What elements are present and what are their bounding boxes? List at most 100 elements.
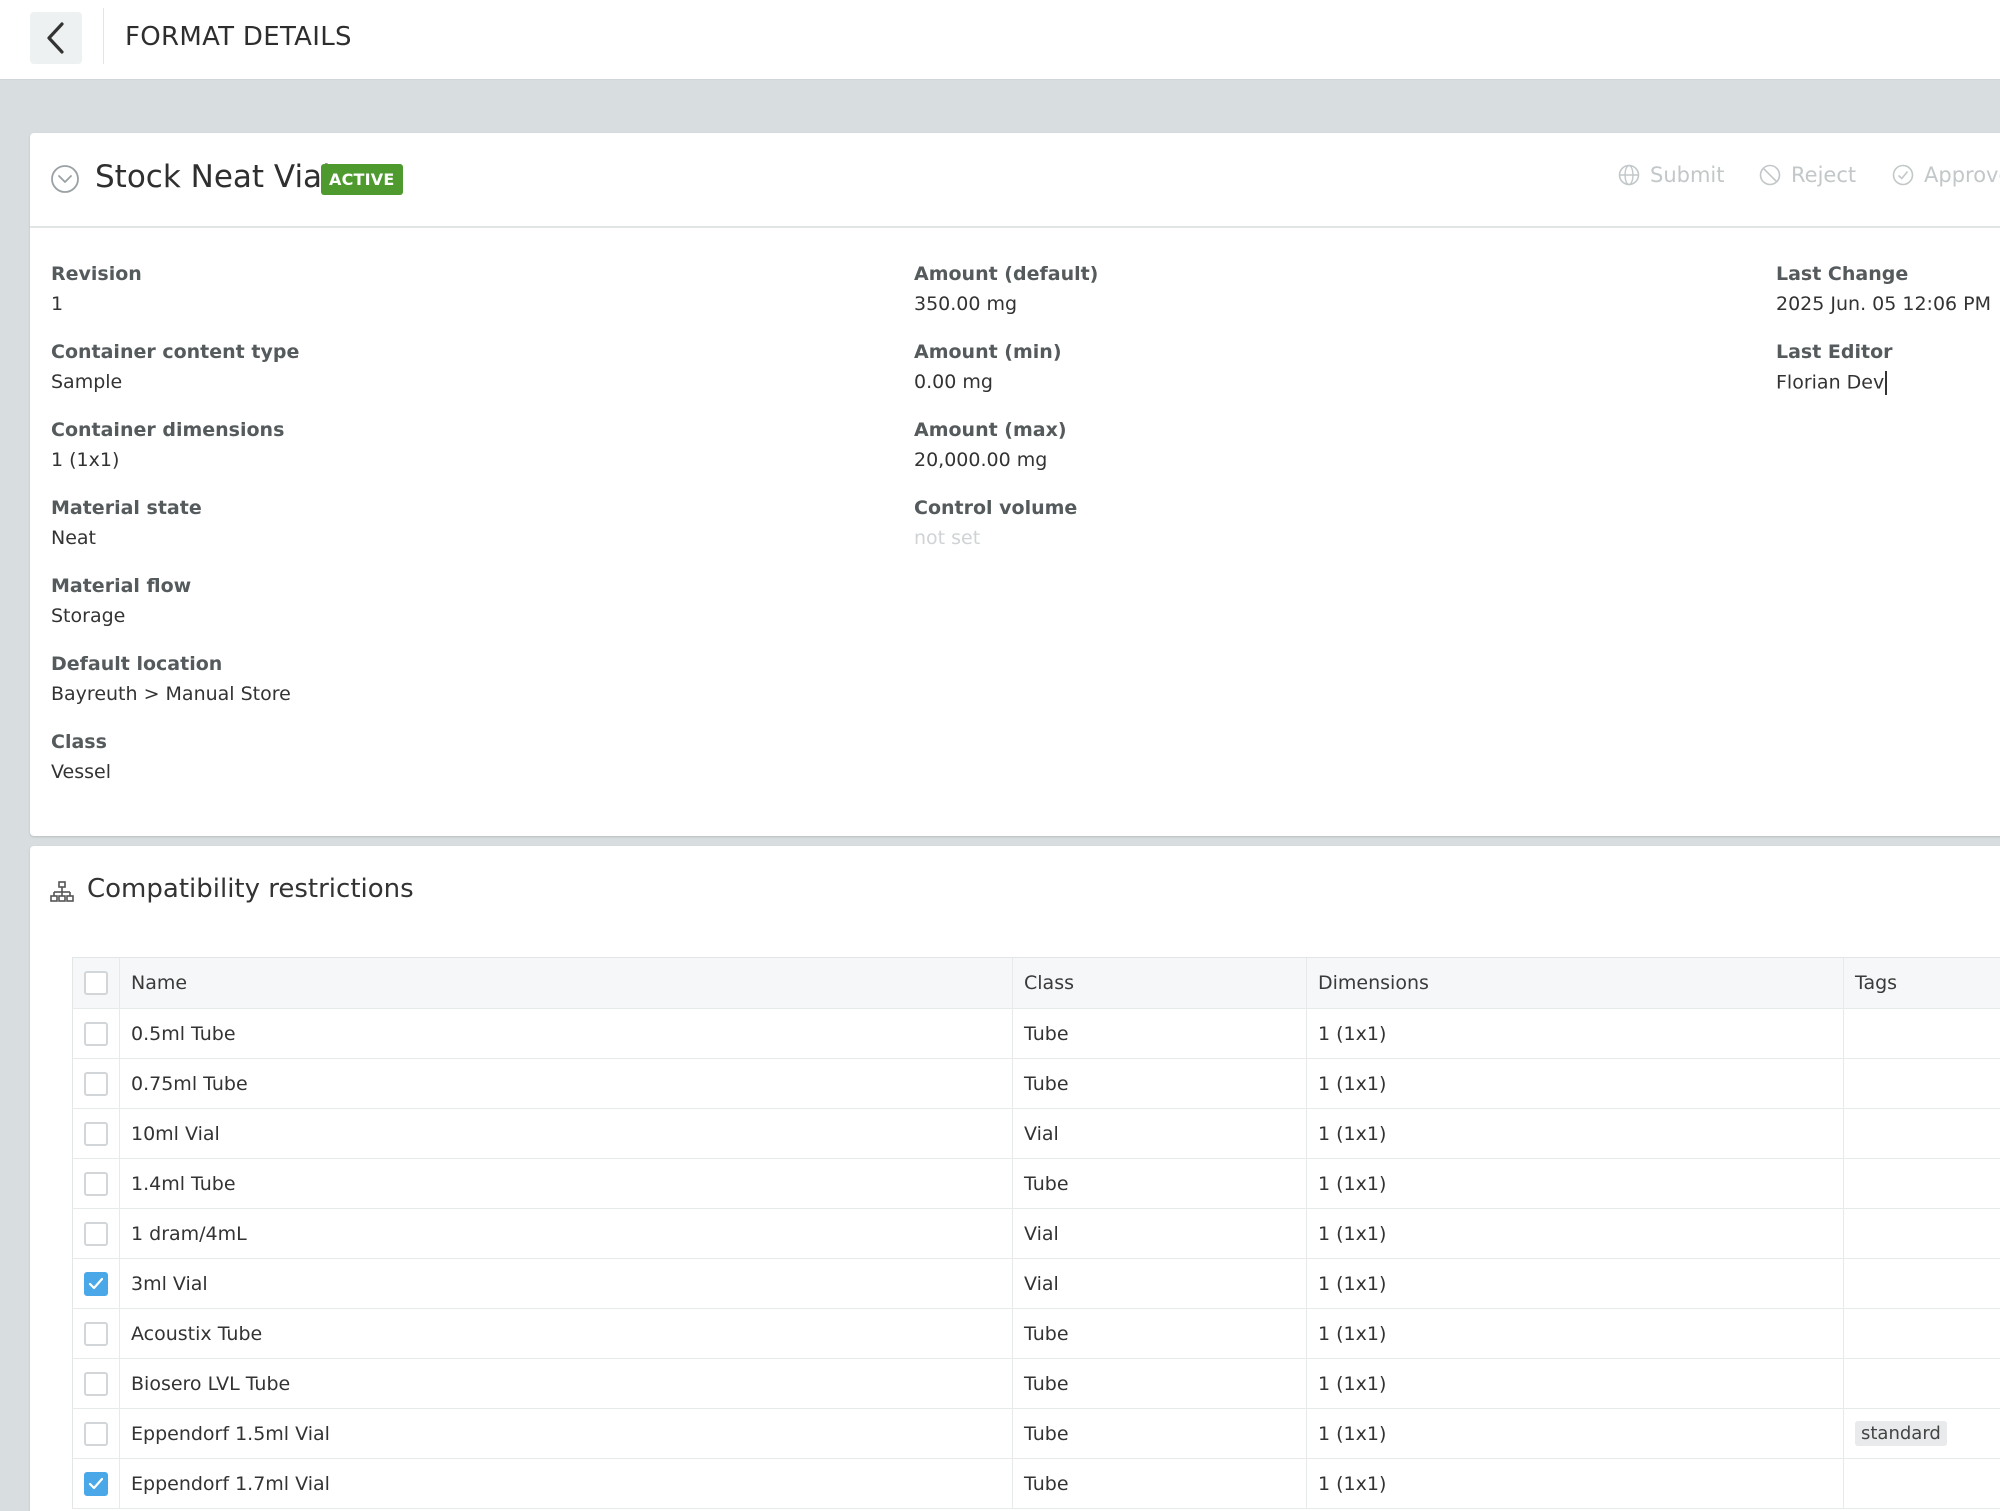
field-label: Revision xyxy=(51,263,142,285)
reject-button[interactable]: Reject xyxy=(1759,163,1856,187)
table-row[interactable]: Eppendorf 1.5ml Vial Tube 1 (1x1) standa… xyxy=(73,1409,2000,1459)
row-check-cell xyxy=(73,1459,120,1508)
table-row[interactable]: Acoustix Tube Tube 1 (1x1) xyxy=(73,1309,2000,1359)
field-value: Bayreuth > Manual Store xyxy=(51,683,291,705)
row-checkbox[interactable] xyxy=(84,1271,108,1296)
select-all-cell xyxy=(73,958,120,1008)
cell-class: Vial xyxy=(1013,1259,1307,1308)
cell-class: Tube xyxy=(1013,1359,1307,1408)
cell-tags xyxy=(1844,1259,2000,1308)
cell-dimensions: 1 (1x1) xyxy=(1307,1009,1844,1058)
row-name: 1.4ml Tube xyxy=(131,1172,236,1195)
table-body: 0.5ml Tube Tube 1 (1x1) 0.75ml Tube Tube… xyxy=(73,1009,2000,1509)
row-checkbox[interactable] xyxy=(84,1321,108,1346)
row-checkbox[interactable] xyxy=(84,1471,108,1496)
cell-tags xyxy=(1844,1009,2000,1058)
column-header-dimensions[interactable]: Dimensions xyxy=(1307,958,1844,1008)
column-header-name[interactable]: Name xyxy=(120,958,1013,1008)
cell-dimensions: 1 (1x1) xyxy=(1307,1209,1844,1258)
tag-badge: standard xyxy=(1855,1421,1947,1446)
ban-icon xyxy=(1759,164,1781,186)
row-name: Eppendorf 1.7ml Vial xyxy=(131,1472,330,1495)
row-checkbox[interactable] xyxy=(84,1171,108,1196)
field-value: Storage xyxy=(51,605,126,627)
row-check-cell xyxy=(73,1259,120,1308)
cell-dimensions: 1 (1x1) xyxy=(1307,1109,1844,1158)
field-default-location: Default location Bayreuth > Manual Store xyxy=(51,653,291,705)
cell-class: Tube xyxy=(1013,1309,1307,1358)
cell-name: 0.75ml Tube xyxy=(120,1059,1013,1108)
row-checkbox[interactable] xyxy=(84,1221,108,1246)
status-badge: ACTIVE xyxy=(321,164,403,195)
row-dimensions: 1 (1x1) xyxy=(1318,1022,1387,1045)
field-revision: Revision 1 xyxy=(51,263,142,315)
approve-label: Approve xyxy=(1924,163,2000,187)
row-dimensions: 1 (1x1) xyxy=(1318,1422,1387,1445)
globe-icon xyxy=(1618,164,1640,186)
row-check-cell xyxy=(73,1359,120,1408)
row-class: Tube xyxy=(1024,1322,1069,1345)
row-checkbox[interactable] xyxy=(84,1421,108,1446)
cell-name: Biosero LVL Tube xyxy=(120,1359,1013,1408)
table-row[interactable]: 3ml Vial Vial 1 (1x1) xyxy=(73,1259,2000,1309)
submit-label: Submit xyxy=(1650,163,1725,187)
table-row[interactable]: 0.75ml Tube Tube 1 (1x1) xyxy=(73,1059,2000,1109)
select-all-checkbox[interactable] xyxy=(84,971,108,995)
reject-label: Reject xyxy=(1791,163,1857,187)
approve-button[interactable]: Approve xyxy=(1892,163,2000,187)
row-class: Vial xyxy=(1024,1272,1059,1295)
row-checkbox[interactable] xyxy=(84,1021,108,1046)
column-header-tags[interactable]: Tags xyxy=(1844,958,2000,1008)
row-checkbox[interactable] xyxy=(84,1371,108,1396)
table-row[interactable]: 0.5ml Tube Tube 1 (1x1) xyxy=(73,1009,2000,1059)
cell-tags xyxy=(1844,1059,2000,1108)
row-name: Biosero LVL Tube xyxy=(131,1372,291,1395)
field-label: Class xyxy=(51,731,107,753)
back-button[interactable] xyxy=(30,12,82,64)
row-check-cell xyxy=(73,1059,120,1108)
cell-class: Tube xyxy=(1013,1409,1307,1458)
field-label: Last Change xyxy=(1776,263,1909,285)
cell-tags xyxy=(1844,1159,2000,1208)
divider xyxy=(103,8,104,64)
cell-dimensions: 1 (1x1) xyxy=(1307,1259,1844,1308)
field-value: 2025 Jun. 05 12:06 PM xyxy=(1776,293,1992,315)
table-row[interactable]: 10ml Vial Vial 1 (1x1) xyxy=(73,1109,2000,1159)
cell-tags xyxy=(1844,1109,2000,1158)
field-content-type: Container content type Sample xyxy=(51,341,299,393)
table-row[interactable]: 1 dram/4mL Vial 1 (1x1) xyxy=(73,1209,2000,1259)
field-label: Container content type xyxy=(51,341,300,363)
cell-name: 1 dram/4mL xyxy=(120,1209,1013,1258)
cell-tags xyxy=(1844,1459,2000,1508)
collapse-chevron-icon[interactable] xyxy=(50,164,80,194)
cell-dimensions: 1 (1x1) xyxy=(1307,1359,1844,1408)
field-dimensions: Container dimensions 1 (1x1) xyxy=(51,419,284,471)
cell-class: Tube xyxy=(1013,1059,1307,1108)
hierarchy-icon xyxy=(50,881,74,902)
table-row[interactable]: 1.4ml Tube Tube 1 (1x1) xyxy=(73,1159,2000,1209)
checkmark-icon xyxy=(88,1277,104,1289)
cell-name: Acoustix Tube xyxy=(120,1309,1013,1358)
table-row[interactable]: Eppendorf 1.7ml Vial Tube 1 (1x1) xyxy=(73,1459,2000,1509)
field-material-state: Material state Neat xyxy=(51,497,202,549)
compatibility-card: Compatibility restrictions Name Class Di… xyxy=(30,846,2000,1511)
row-name: 1 dram/4mL xyxy=(131,1222,247,1245)
cell-class: Tube xyxy=(1013,1009,1307,1058)
cell-name: 3ml Vial xyxy=(120,1259,1013,1308)
table-row[interactable]: Biosero LVL Tube Tube 1 (1x1) xyxy=(73,1359,2000,1409)
row-checkbox[interactable] xyxy=(84,1121,108,1146)
row-class: Tube xyxy=(1024,1372,1069,1395)
row-check-cell xyxy=(73,1159,120,1208)
cell-dimensions: 1 (1x1) xyxy=(1307,1459,1844,1508)
column-header-class[interactable]: Class xyxy=(1013,958,1307,1008)
cell-tags xyxy=(1844,1209,2000,1258)
submit-button[interactable]: Submit xyxy=(1618,163,1725,187)
cell-class: Tube xyxy=(1013,1159,1307,1208)
field-amount-default: Amount (default) 350.00 mg xyxy=(914,263,1098,315)
field-value: 1 xyxy=(51,293,64,315)
cell-dimensions: 1 (1x1) xyxy=(1307,1159,1844,1208)
row-checkbox[interactable] xyxy=(84,1071,108,1096)
field-value: Florian Dev xyxy=(1776,371,1885,394)
field-class: Class Vessel xyxy=(51,731,111,783)
field-label: Amount (max) xyxy=(914,419,1067,441)
